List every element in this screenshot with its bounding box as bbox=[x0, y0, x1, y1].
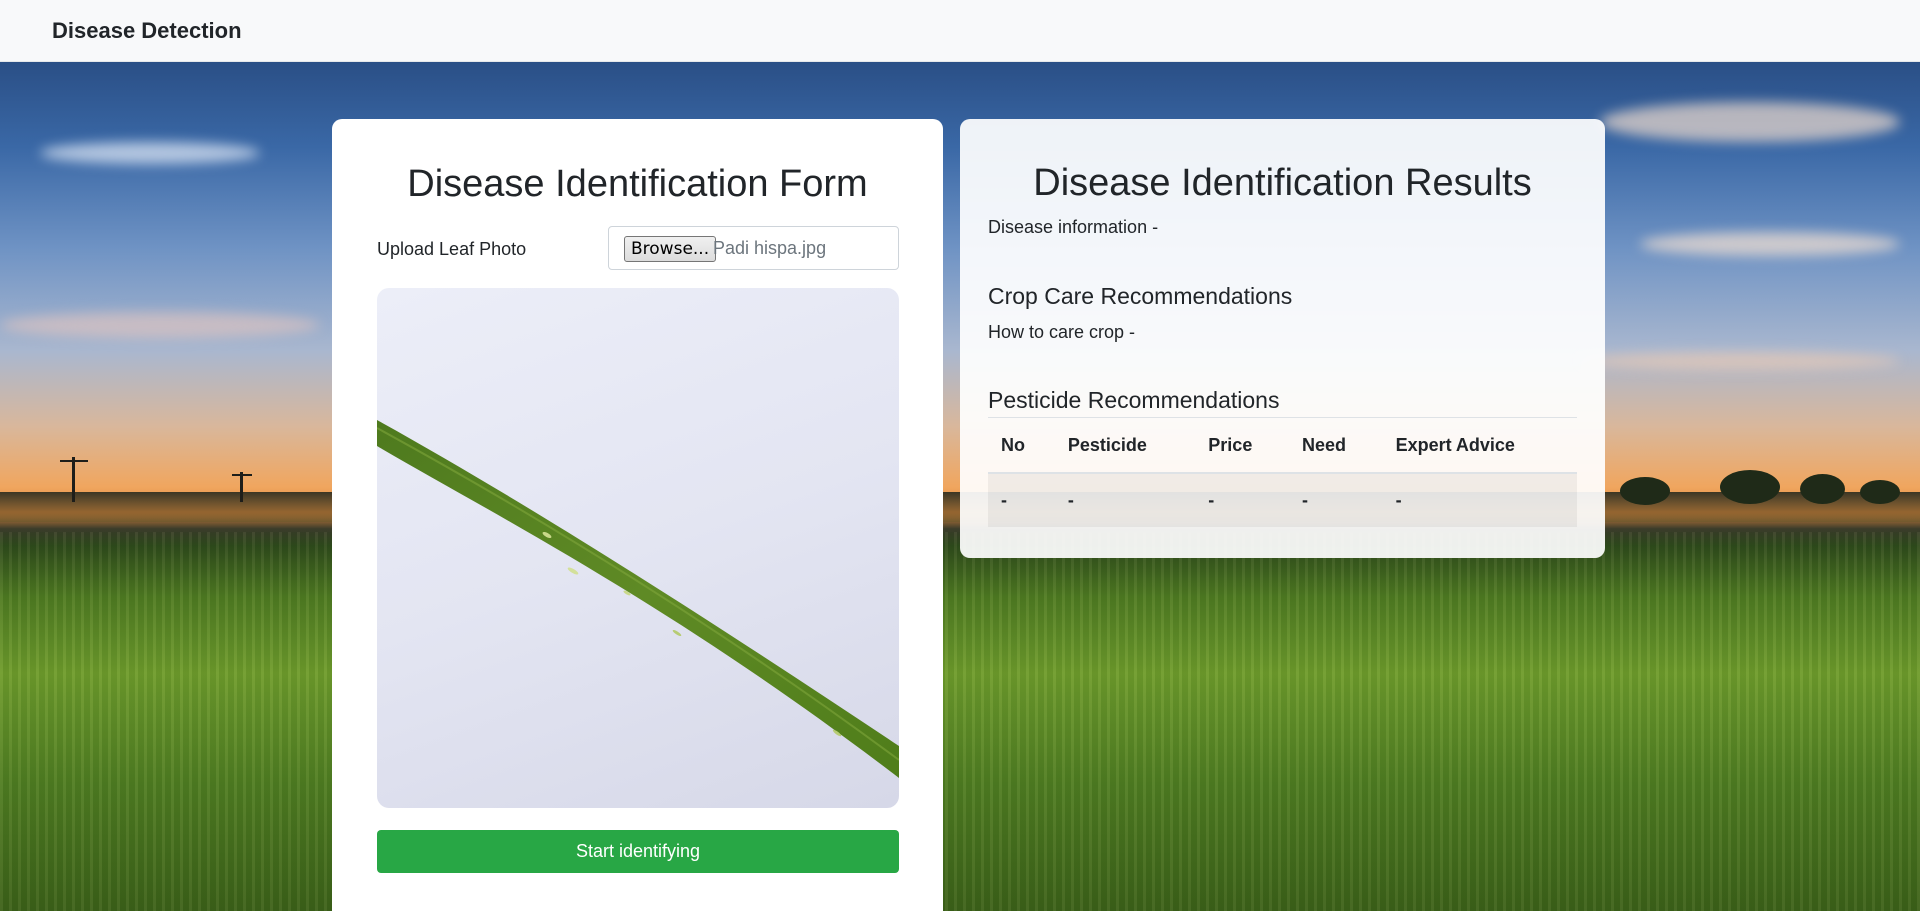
brand-link[interactable]: Disease Detection bbox=[52, 18, 242, 44]
leaf-photo-file-input[interactable]: Browse... Padi hispa.jpg bbox=[608, 226, 899, 270]
cell-expert-advice: - bbox=[1382, 473, 1577, 527]
browse-button[interactable]: Browse... bbox=[624, 236, 717, 262]
table-header-row: No Pesticide Price Need Expert Advice bbox=[988, 417, 1577, 474]
wheat-field bbox=[0, 532, 1920, 911]
cloud bbox=[1580, 352, 1900, 370]
identification-results-card: Disease Identification Results Disease i… bbox=[960, 119, 1605, 558]
column-header-expert-advice: Expert Advice bbox=[1382, 417, 1577, 474]
leaf-image bbox=[377, 420, 899, 778]
upload-label: Upload Leaf Photo bbox=[377, 239, 527, 259]
tree bbox=[1720, 470, 1780, 504]
disease-information: Disease information - bbox=[988, 217, 1159, 237]
power-pole-arm bbox=[60, 460, 88, 462]
cell-price: - bbox=[1195, 473, 1289, 527]
column-header-pesticide: Pesticide bbox=[1054, 417, 1196, 474]
results-title: Disease Identification Results bbox=[1033, 162, 1532, 204]
pesticide-heading: Pesticide Recommendations bbox=[988, 387, 1280, 413]
cell-pesticide: - bbox=[1054, 473, 1196, 527]
identification-form-card: Disease Identification Form Upload Leaf … bbox=[332, 119, 943, 911]
cell-need: - bbox=[1288, 473, 1383, 527]
cloud bbox=[1640, 232, 1900, 256]
column-header-price: Price bbox=[1195, 417, 1289, 474]
tree bbox=[1860, 480, 1900, 504]
start-identifying-button[interactable]: Start identifying bbox=[377, 830, 899, 873]
power-pole bbox=[240, 472, 243, 502]
power-pole bbox=[72, 457, 75, 502]
column-header-need: Need bbox=[1288, 417, 1383, 474]
cell-no: - bbox=[988, 473, 1055, 527]
tree bbox=[1620, 477, 1670, 505]
crop-care-heading: Crop Care Recommendations bbox=[988, 283, 1293, 309]
crop-care-text: How to care crop - bbox=[988, 322, 1136, 342]
table-row: - - - - - bbox=[988, 473, 1577, 527]
column-header-no: No bbox=[988, 417, 1055, 474]
selected-file-name: Padi hispa.jpg bbox=[713, 238, 827, 258]
leaf-image-preview bbox=[377, 288, 899, 808]
cloud bbox=[0, 312, 320, 338]
navbar: Disease Detection bbox=[0, 0, 1920, 62]
pesticide-table: No Pesticide Price Need Expert Advice - … bbox=[988, 417, 1577, 527]
tree bbox=[1800, 474, 1845, 504]
cloud bbox=[1600, 102, 1900, 142]
power-pole-arm bbox=[232, 474, 252, 476]
cloud bbox=[40, 142, 260, 164]
form-title: Disease Identification Form bbox=[407, 163, 868, 205]
